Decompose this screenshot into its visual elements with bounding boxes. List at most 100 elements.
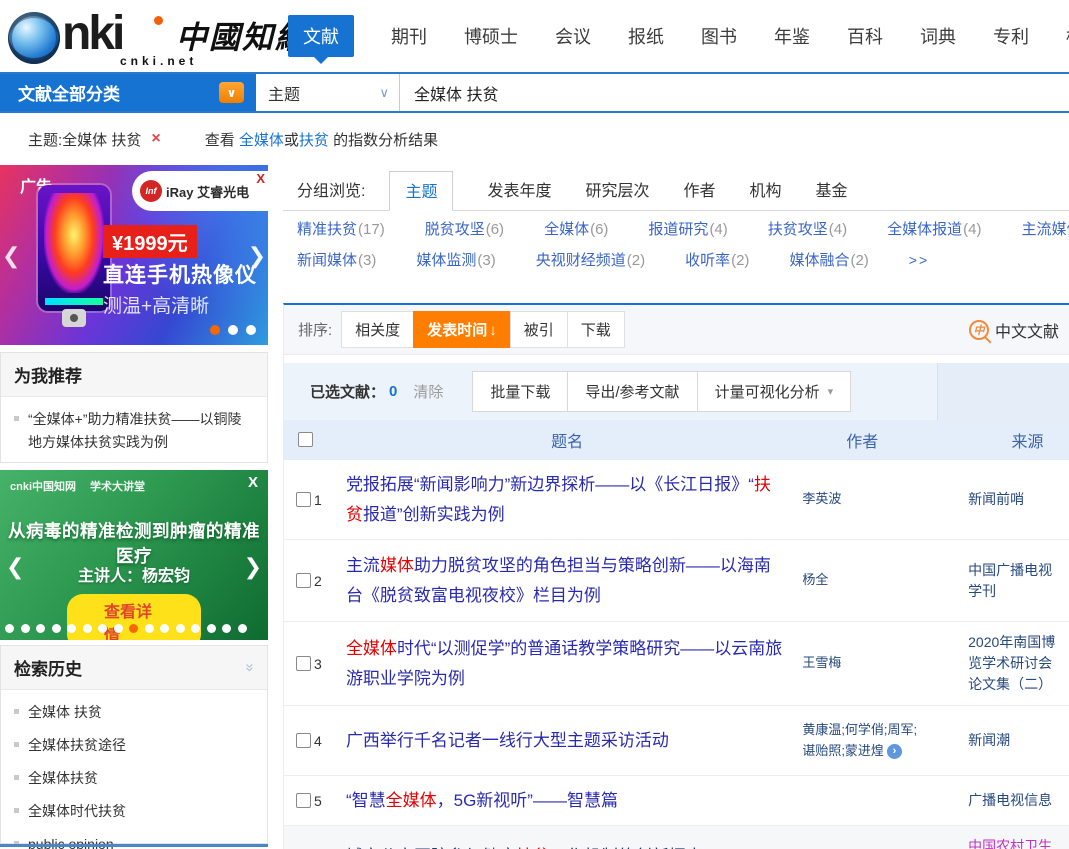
group-tab-1[interactable]: 主题 [389,171,453,211]
carousel-prev-icon[interactable]: ❮ [2,243,20,269]
toolbar-button-1[interactable]: 批量下载 [472,371,568,412]
nav-item-9[interactable]: 词典 [920,23,956,49]
group-tab-2[interactable]: 发表年度 [487,171,551,210]
result-source-link[interactable]: 中国农村卫生事 [930,832,1069,849]
result-source-link[interactable]: 新闻前哨 [930,485,1069,514]
carousel-dot-8[interactable] [114,624,123,633]
result-authors[interactable]: 杨全 [794,566,930,594]
filter-tag[interactable]: 精准扶贫(17) [297,218,385,239]
filter-tag[interactable]: 新闻媒体(3) [297,249,376,270]
category-selector[interactable]: 文献全部分类 ∨ [0,74,256,111]
index-analysis-link-2[interactable]: 扶贫 [299,132,329,149]
carousel-dot-6[interactable] [83,624,92,633]
carousel-prev-icon[interactable]: ❮ [6,554,24,580]
result-title-link[interactable]: 党报拓展“新闻影响力”新边界探析——以《长江日报》“扶贫报道”创新实践为例 [340,464,794,534]
recommend-item[interactable]: “全媒体+”助力精准扶贫——以铜陵地方媒体扶贫实践为例 [14,403,254,459]
nav-item-10[interactable]: 专利 [993,23,1029,49]
column-header-author[interactable]: 作者 [794,428,930,452]
carousel-dot-1[interactable] [5,624,14,633]
group-tab-3[interactable]: 研究层次 [585,171,649,210]
result-title-link[interactable]: 全媒体时代“以测促学”的普通话教学策略研究——以云南旅游职业学院为例 [340,628,794,698]
history-item[interactable]: 全媒体扶贫 [14,762,254,795]
close-icon[interactable]: X [248,474,258,491]
carousel-dot-1[interactable] [210,325,220,335]
ad-banner-lecture[interactable]: cnki中国知网 学术大讲堂 X 从病毒的精准检测到肿瘤的精准医疗 主讲人：杨宏… [0,470,268,640]
result-source-link[interactable]: 广播电视信息 [930,786,1069,815]
more-filters-button[interactable]: >> [909,252,929,268]
select-all-checkbox[interactable] [298,432,313,447]
result-source-link[interactable]: 新闻潮 [930,726,1069,755]
carousel-dot-13[interactable] [191,624,200,633]
carousel-dot-2[interactable] [21,624,30,633]
nav-item-8[interactable]: 百科 [847,23,883,49]
clear-selection-button[interactable]: 清除 [413,381,443,402]
history-item[interactable]: 全媒体扶贫途径 [14,729,254,762]
group-tab-5[interactable]: 机构 [750,171,782,210]
carousel-dot-4[interactable] [52,624,61,633]
result-authors[interactable] [794,797,930,805]
row-checkbox[interactable] [296,656,311,671]
result-title-link[interactable]: 广西举行千名记者一线行大型主题采访活动 [340,720,794,761]
history-item[interactable]: 全媒体 扶贫 [14,696,254,729]
history-item[interactable]: 全媒体时代扶贫 [14,795,254,828]
carousel-next-icon[interactable]: ❯ [248,243,266,269]
result-title-link[interactable]: “智慧全媒体，5G新视听”——智慧篇 [340,780,794,821]
column-header-source[interactable]: 来源 [930,428,1069,452]
sort-option-3[interactable]: 被引 [510,311,568,348]
row-checkbox[interactable] [296,492,311,507]
carousel-dot-12[interactable] [176,624,185,633]
sort-option-4[interactable]: 下载 [567,311,625,348]
carousel-dot-9[interactable] [129,624,138,633]
ad-banner-thermal-camera[interactable]: 广告 Inf iRay 艾睿光电 X ¥1999元 直连手机热像仪 测温+高清晰… [0,165,268,345]
index-analysis-link-1[interactable]: 全媒体 [239,132,284,149]
carousel-dot-3[interactable] [246,325,256,335]
filter-tag[interactable]: 主流媒体(4) [1022,218,1069,239]
sort-option-1[interactable]: 相关度 [341,311,414,348]
row-checkbox[interactable] [296,793,311,808]
nav-item-6[interactable]: 图书 [701,23,737,49]
search-input[interactable] [400,74,1069,111]
result-authors[interactable]: 黄康温;何学俏;周军;谌贻照;蒙进煌› [794,716,930,764]
result-authors[interactable]: 王雪梅 [794,649,930,677]
column-header-title[interactable]: 题名 [340,428,794,452]
group-tab-4[interactable]: 作者 [684,171,716,210]
carousel-dot-16[interactable] [238,624,247,633]
remove-filter-icon[interactable]: × [151,130,160,148]
filter-tag[interactable]: 报道研究(4) [648,218,727,239]
carousel-dot-5[interactable] [67,624,76,633]
filter-tag[interactable]: 收听率(2) [685,249,749,270]
filter-tag[interactable]: 央视财经频道(2) [536,249,645,270]
carousel-dot-10[interactable] [145,624,154,633]
result-title-link[interactable]: 城市公立医院参与健康扶贫工作机制的创新探索 [340,836,794,849]
collapse-icon[interactable]: » [241,663,258,671]
nav-item-2[interactable]: 期刊 [391,23,427,49]
filter-tag[interactable]: 全媒体(6) [544,218,608,239]
result-source-link[interactable]: 2020年南国博览学术研讨会论文集（二） [930,628,1069,699]
carousel-dot-15[interactable] [222,624,231,633]
sort-option-2[interactable]: 发表时间↓ [413,311,511,348]
result-authors[interactable]: 李英波 [794,485,930,513]
carousel-next-icon[interactable]: ❯ [244,554,262,580]
nav-item-5[interactable]: 报纸 [628,23,664,49]
carousel-dot-11[interactable] [160,624,169,633]
language-filter[interactable]: 中 中文文献 [969,318,1061,342]
row-checkbox[interactable] [296,733,311,748]
carousel-dot-7[interactable] [98,624,107,633]
result-title-link[interactable]: 主流媒体助力脱贫攻坚的角色担当与策略创新——以海南台《脱贫致富电视夜校》栏目为例 [340,545,794,615]
carousel-dot-2[interactable] [228,325,238,335]
carousel-dot-14[interactable] [207,624,216,633]
category-expand-button[interactable]: ∨ [219,82,244,103]
carousel-dot-3[interactable] [36,624,45,633]
search-field-select[interactable]: 主题 ∨ [256,74,400,111]
expand-authors-icon[interactable]: › [887,744,902,759]
nav-item-4[interactable]: 会议 [555,23,591,49]
filter-tag[interactable]: 媒体监测(3) [416,249,495,270]
result-source-link[interactable]: 中国广播电视学刊 [930,556,1069,606]
nav-item-1[interactable]: 文献 [288,15,354,57]
filter-tag[interactable]: 脱贫攻坚(6) [425,218,504,239]
toolbar-button-3[interactable]: 计量可视化分析▾ [697,371,852,412]
close-icon[interactable]: X [256,171,265,186]
filter-tag[interactable]: 媒体融合(2) [789,249,868,270]
filter-tag[interactable]: 扶贫攻坚(4) [768,218,847,239]
nav-item-3[interactable]: 博硕士 [464,23,518,49]
